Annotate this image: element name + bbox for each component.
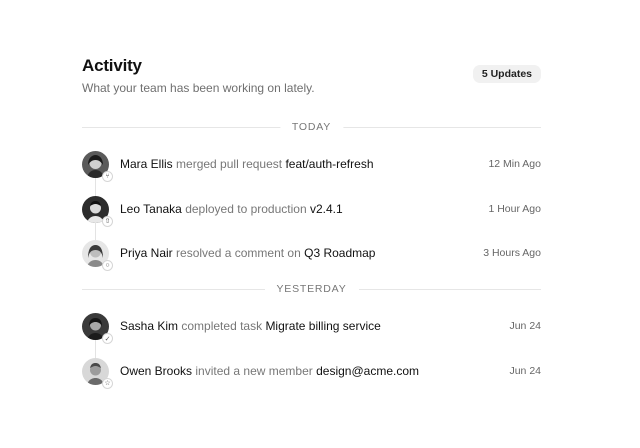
updates-count-badge: 5 Updates	[472, 65, 541, 83]
merge-icon: ⑂	[102, 171, 113, 182]
day-divider: TODAY	[82, 120, 541, 134]
activity-list: ⑂ Mara Ellis merged pull request feat/au…	[82, 146, 541, 280]
actor-name[interactable]: Sasha Kim	[120, 319, 178, 333]
timestamp: Jun 24	[509, 320, 541, 332]
action-text: completed task	[181, 319, 263, 333]
target-link[interactable]: Migrate billing service	[265, 319, 380, 333]
day-divider: YESTERDAY	[82, 282, 541, 296]
action-text: deployed to production	[185, 201, 307, 216]
activity-header: Activity What your team has been working…	[82, 56, 541, 96]
actor-name[interactable]: Mara Ellis	[120, 157, 173, 171]
user-add-icon: ☆	[102, 377, 113, 389]
action-text: merged pull request	[176, 157, 283, 171]
group-today: TODAY ⑂ Mara Ellis merged pull request f…	[82, 120, 541, 280]
page-title: Activity	[82, 56, 142, 75]
check-icon: ✓	[102, 333, 113, 344]
upload-icon: ⇧	[102, 215, 113, 227]
actor-name[interactable]: Owen Brooks	[120, 364, 192, 378]
actor-name[interactable]: Leo Tanaka	[120, 202, 182, 216]
timestamp: 12 Min Ago	[488, 158, 541, 170]
group-yesterday: YESTERDAY ✓ Sasha Kim completed task Mig…	[82, 282, 541, 397]
timestamp: Jun 24	[509, 364, 541, 377]
actor-name[interactable]: Priya Nair	[120, 246, 173, 260]
day-label: TODAY	[279, 120, 344, 134]
comment-icon: ○	[102, 260, 113, 271]
activity-item[interactable]: ⇧ Leo Tanaka deployed to production v2.4…	[82, 191, 541, 236]
activity-item[interactable]: ○ Priya Nair resolved a comment on Q3 Ro…	[82, 235, 541, 280]
timestamp: 1 Hour Ago	[488, 202, 541, 215]
target-link[interactable]: v2.4.1	[310, 202, 343, 216]
target-link[interactable]: feat/auth-refresh	[285, 157, 373, 171]
target-link[interactable]: design@acme.com	[316, 364, 419, 378]
target-link[interactable]: Q3 Roadmap	[304, 246, 375, 260]
activity-item[interactable]: ✓ Sasha Kim completed task Migrate billi…	[82, 308, 541, 353]
activity-item[interactable]: ⑂ Mara Ellis merged pull request feat/au…	[82, 146, 541, 191]
timestamp: 3 Hours Ago	[483, 247, 541, 259]
day-label: YESTERDAY	[264, 282, 359, 296]
activity-list: ✓ Sasha Kim completed task Migrate billi…	[82, 308, 541, 397]
action-text: invited a new member	[195, 363, 313, 378]
activity-panel: Activity What your team has been working…	[82, 56, 541, 389]
action-text: resolved a comment on	[176, 246, 301, 260]
page-subtitle: What your team has been working on latel…	[82, 81, 315, 95]
activity-item[interactable]: ☆ Owen Brooks invited a new member desig…	[82, 353, 541, 398]
